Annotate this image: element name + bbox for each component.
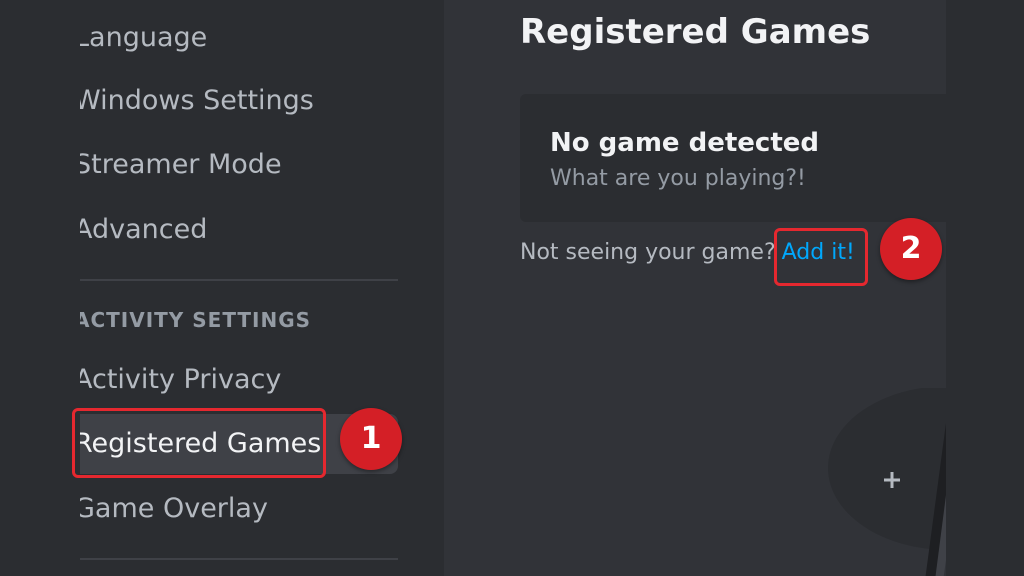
sidebar-item-game-overlay[interactable]: Game Overlay [80, 481, 268, 537]
sidebar-divider [80, 279, 398, 281]
sidebar-item-activity-privacy[interactable]: Activity Privacy [80, 352, 281, 408]
sidebar-item-streamer-mode[interactable]: Streamer Mode [80, 137, 282, 193]
page-title: Registered Games [520, 12, 871, 52]
highlight-add-it [774, 228, 868, 286]
settings-sidebar: Language Windows Settings Streamer Mode … [80, 0, 444, 576]
step-badge-2: 2 [880, 218, 942, 280]
letterbox-left [0, 0, 80, 576]
sidebar-item-windows-settings[interactable]: Windows Settings [80, 73, 314, 129]
sidebar-item-advanced[interactable]: Advanced [80, 202, 207, 258]
card-title: No game detected [550, 128, 820, 158]
sidebar-item-language[interactable]: Language [80, 10, 207, 66]
sidebar-divider-bottom [80, 558, 398, 560]
no-game-card: No game detected What are you playing?! [520, 94, 946, 222]
registered-games-panel: Registered Games No game detected What a… [444, 0, 946, 576]
controller-icon [828, 388, 946, 576]
sidebar-section-activity-settings: ACTIVITY SETTINGS [80, 308, 312, 332]
letterbox-right [946, 0, 1024, 576]
step-badge-1: 1 [340, 408, 402, 470]
card-subtitle: What are you playing?! [550, 166, 806, 191]
add-game-prompt: Not seeing your game? [520, 240, 776, 265]
highlight-registered-games [72, 408, 326, 478]
